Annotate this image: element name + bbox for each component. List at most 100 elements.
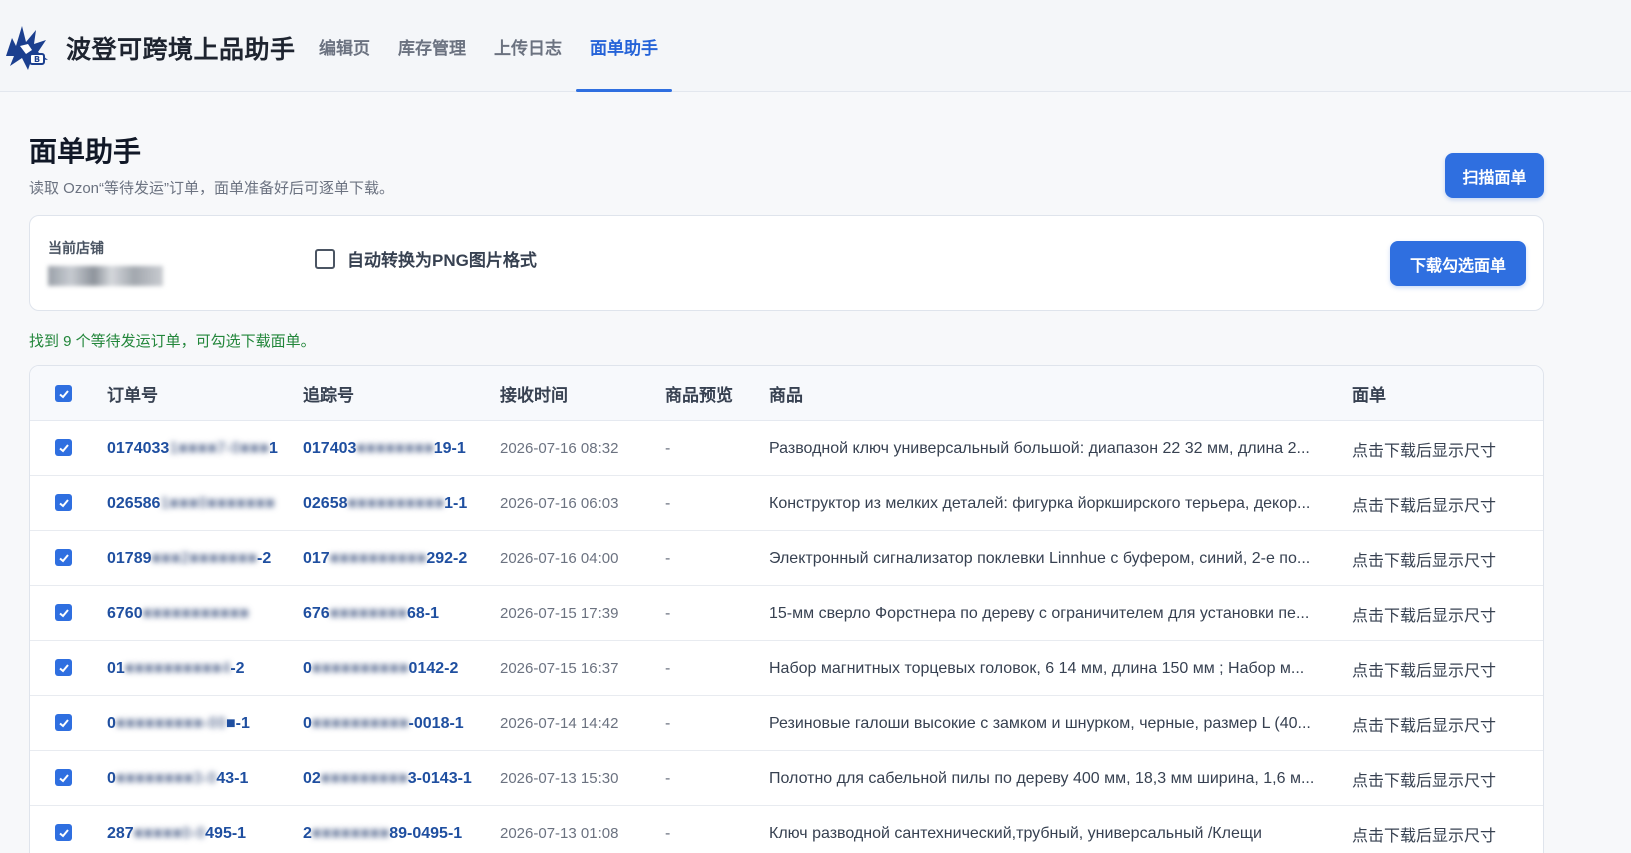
order-number-suffix: -2 (230, 659, 245, 677)
label-size-link[interactable]: 点击下载后显示尺寸 (1352, 751, 1532, 806)
order-number-masked: 1■■■0■■■■■■■ (160, 494, 275, 512)
product-preview: - (665, 769, 671, 787)
order-number-link[interactable]: 6760 ■■■■■■■■■■■ (107, 586, 292, 641)
tracking-number-prefix: 02658 (303, 494, 348, 512)
label-size-link[interactable]: 点击下载后显示尺寸 (1352, 696, 1532, 751)
row-checkbox[interactable] (55, 714, 72, 731)
tracking-number-link[interactable]: 02 ■■■■■■■■■ 3-0143-1 (303, 751, 488, 806)
row-checkbox[interactable] (55, 769, 72, 786)
order-number-link[interactable]: 01789 ■■■2■■■■■■■ -2 (107, 531, 292, 586)
tracking-number-link[interactable]: 017403 ■■■■■■■■ 19-1 (303, 421, 488, 476)
nav-tab-inventory[interactable]: 库存管理 (384, 0, 480, 92)
product-name: Резиновые галоши высокие с замком и шнур… (769, 715, 1311, 732)
row-checkbox[interactable] (55, 659, 72, 676)
order-number-link[interactable]: 01 ■■■■■■■■■■4 -2 (107, 641, 292, 696)
png-convert-checkbox[interactable] (315, 248, 335, 269)
order-number-link[interactable]: 287 ■■■■■0-0 495-1 (107, 806, 292, 853)
order-number-suffix: 495-1 (205, 824, 247, 842)
product-preview: - (665, 714, 671, 732)
tracking-number-link[interactable]: 02658 ■■■■■■■■■■ 1-1 (303, 476, 488, 531)
check-icon (58, 553, 69, 562)
tracking-number-suffix: 19-1 (433, 439, 466, 457)
header-product: 商品 (769, 386, 803, 405)
select-all-checkbox[interactable] (55, 385, 72, 402)
product-name: 15-мм сверло Форстнера по дереву с огран… (769, 605, 1310, 622)
order-number-link[interactable]: 026586 1■■■0■■■■■■■ (107, 476, 292, 531)
received-time: 2026-07-13 01:08 (500, 825, 619, 842)
order-number-link[interactable]: 0174033 1■■■■7-0■■■ 1 (107, 421, 292, 476)
check-icon (58, 498, 69, 507)
page-subtitle: 读取 Ozon“等待发运”订单，面单准备好后可逐单下载。 (29, 180, 395, 197)
row-checkbox[interactable] (55, 549, 72, 566)
order-number-prefix: 0 (107, 714, 116, 732)
tracking-number-masked: ■■■■■■■■ (311, 824, 390, 842)
tracking-number-suffix: 68-1 (407, 604, 440, 622)
tracking-number-prefix: 02 (303, 769, 321, 787)
tracking-number-link[interactable]: 2 ■■■■■■■■ 89-0495-1 (303, 806, 488, 853)
order-number-masked: ■■■■■■■■3-0 (115, 769, 217, 787)
table-row: 0174033 1■■■■7-0■■■ 1 017403 ■■■■■■■■ 19-1 202… (30, 421, 1543, 476)
order-number-suffix: 43-1 (216, 769, 249, 787)
order-number-masked: ■■■2■■■■■■■ (151, 549, 258, 567)
tracking-number-link[interactable]: 0 ■■■■■■■■■■ -0018-1 (303, 696, 488, 751)
received-time: 2026-07-16 06:03 (500, 495, 619, 512)
check-icon (58, 608, 69, 617)
header-preview: 商品预览 (665, 386, 733, 405)
tracking-number-masked: ■■■■■■■■ (356, 439, 434, 457)
label-size-link[interactable]: 点击下载后显示尺寸 (1352, 531, 1532, 586)
order-number-prefix: 0 (107, 769, 116, 787)
table-row: 0 ■■■■■■■■■-00 ■-1 0 ■■■■■■■■■■ -0018-1 2026-0… (30, 696, 1543, 751)
received-time: 2026-07-14 14:42 (500, 715, 619, 732)
check-icon (58, 663, 69, 672)
row-checkbox[interactable] (55, 439, 72, 456)
order-number-suffix: -2 (257, 549, 272, 567)
order-number-prefix: 01789 (107, 549, 152, 567)
tracking-number-masked: ■■■■■■■■■■ (347, 494, 445, 512)
check-icon (58, 718, 69, 727)
tracking-number-link[interactable]: 0 ■■■■■■■■■■ 0142-2 (303, 641, 488, 696)
label-size-link[interactable]: 点击下载后显示尺寸 (1352, 586, 1532, 641)
received-time: 2026-07-13 15:30 (500, 770, 619, 787)
top-navigation-bar: B 波登可跨境上品助手 编辑页 库存管理 上传日志 面单助手 (0, 0, 1631, 92)
order-number-link[interactable]: 0 ■■■■■■■■■-00 ■-1 (107, 696, 292, 751)
product-name: Конструктор из мелких деталей: фигурка й… (769, 495, 1311, 512)
nav-tab-edit[interactable]: 编辑页 (305, 0, 384, 92)
order-number-link[interactable]: 0 ■■■■■■■■3-0 43-1 (107, 751, 292, 806)
table-row: 01 ■■■■■■■■■■4 -2 0 ■■■■■■■■■■ 0142-2 2026-07-… (30, 641, 1543, 696)
received-time: 2026-07-16 04:00 (500, 550, 619, 567)
label-size-link[interactable]: 点击下载后显示尺寸 (1352, 641, 1532, 696)
order-number-masked: ■■■■■0-0 (133, 824, 206, 842)
page-title: 面单助手 (29, 136, 142, 167)
tracking-number-link[interactable]: 676 ■■■■■■■■ 68-1 (303, 586, 488, 641)
tracking-number-suffix: 89-0495-1 (389, 824, 463, 842)
order-number-suffix: ■-1 (226, 714, 250, 732)
store-panel: 当前店铺 ████ ███ 自动转换为PNG图片格式 下载勾选面单 (29, 215, 1544, 311)
product-preview: - (665, 549, 671, 567)
product-preview: - (665, 439, 671, 457)
label-size-link[interactable]: 点击下载后显示尺寸 (1352, 476, 1532, 531)
row-checkbox[interactable] (55, 824, 72, 841)
label-size-link[interactable]: 点击下载后显示尺寸 (1352, 421, 1532, 476)
download-selected-labels-button[interactable]: 下载勾选面单 (1390, 241, 1526, 286)
tracking-number-masked: ■■■■■■■■■ (320, 769, 408, 787)
check-icon (58, 389, 69, 398)
row-checkbox[interactable] (55, 494, 72, 511)
tracking-number-suffix: -0018-1 (408, 714, 464, 732)
tracking-number-masked: ■■■■■■■■■■ (329, 549, 427, 567)
tracking-number-prefix: 2 (303, 824, 312, 842)
check-icon (58, 443, 69, 452)
order-number-prefix: 01 (107, 659, 125, 677)
nav-tab-upload-log[interactable]: 上传日志 (480, 0, 576, 92)
scan-labels-button[interactable]: 扫描面单 (1445, 153, 1544, 198)
header-order: 订单号 (107, 386, 158, 405)
row-checkbox[interactable] (55, 604, 72, 621)
product-name: Полотно для сабельной пилы по дереву 400… (769, 770, 1315, 787)
tracking-number-suffix: 292-2 (426, 549, 468, 567)
tracking-number-link[interactable]: 017 ■■■■■■■■■■ 292-2 (303, 531, 488, 586)
nav-tab-label-helper[interactable]: 面单助手 (576, 0, 672, 92)
header-label: 面单 (1352, 386, 1386, 405)
label-size-link[interactable]: 点击下载后显示尺寸 (1352, 806, 1532, 853)
png-convert-option[interactable]: 自动转换为PNG图片格式 (315, 246, 537, 271)
table-row: 01789 ■■■2■■■■■■■ -2 017 ■■■■■■■■■■ 292-2 2026… (30, 531, 1543, 586)
table-header: 订单号 追踪号 接收时间 商品预览 商品 面单 (30, 366, 1543, 421)
